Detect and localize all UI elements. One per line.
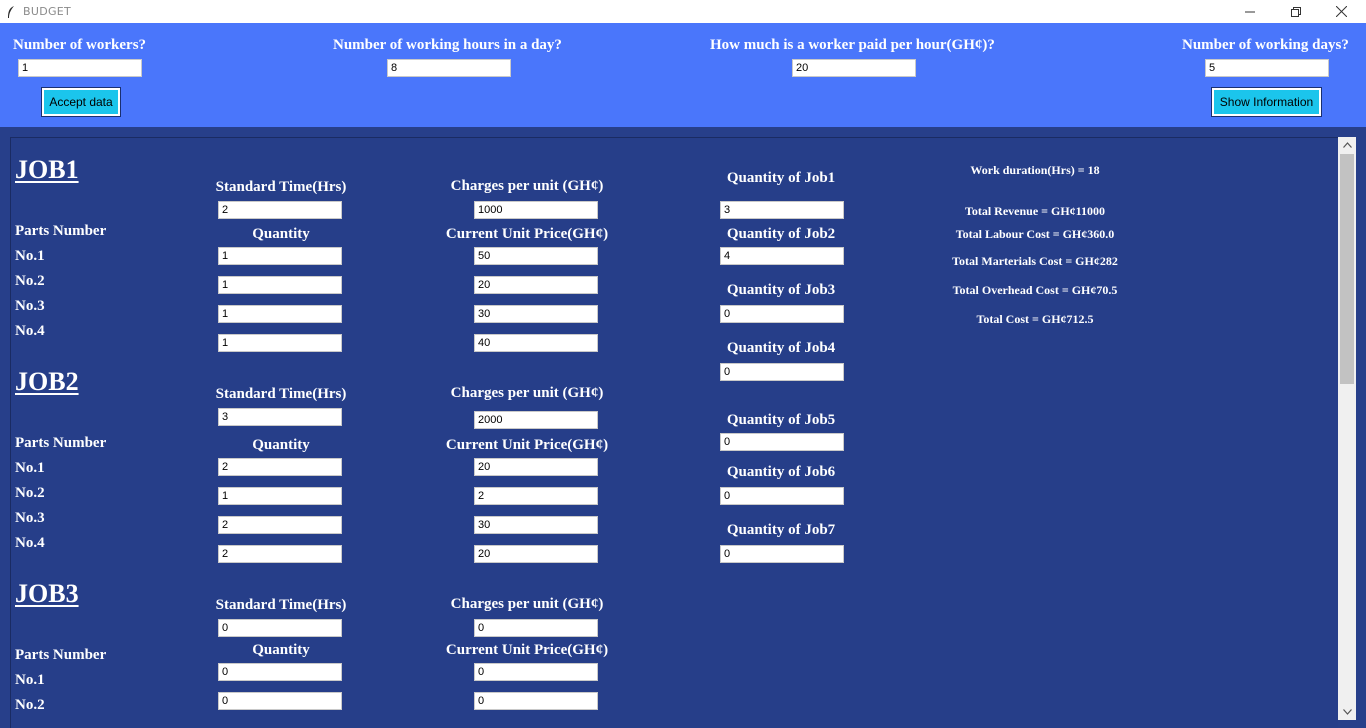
job1-quantity-1[interactable]: 1 — [218, 247, 342, 265]
scroll-thumb[interactable] — [1340, 154, 1354, 384]
job3-quantity-total-label: Quantity of Job3 — [726, 282, 836, 298]
job2-quantity-4[interactable]: 2 — [218, 545, 342, 563]
job3-part-no2: No.2 — [15, 697, 45, 713]
job3-unit-price-label: Current Unit Price(GH¢) — [445, 642, 609, 658]
job6-quantity-total-label: Quantity of Job6 — [726, 464, 836, 480]
days-label: Number of working days? — [1182, 37, 1349, 53]
job3-quantity-1[interactable]: 0 — [218, 663, 342, 681]
job3-quantity-label: Quantity — [252, 642, 310, 658]
job1-title: JOB1 — [15, 155, 79, 184]
job3-standard-time-input[interactable]: 0 — [218, 619, 342, 637]
job2-quantity-2[interactable]: 1 — [218, 487, 342, 505]
show-information-button[interactable]: Show Information — [1211, 87, 1322, 117]
job3-parts-number-label: Parts Number — [15, 647, 107, 663]
title-bar: BUDGET — [0, 0, 1366, 23]
job2-quantity-total-input[interactable]: 4 — [720, 247, 844, 265]
job2-price-2[interactable]: 2 — [474, 487, 598, 505]
job1-unit-price-label: Current Unit Price(GH¢) — [445, 226, 609, 242]
job1-quantity-3[interactable]: 1 — [218, 305, 342, 323]
job1-quantity-4[interactable]: 1 — [218, 334, 342, 352]
minimize-icon — [1245, 11, 1255, 12]
job2-standard-time-label: Standard Time(Hrs) — [215, 386, 347, 402]
job2-unit-price-label: Current Unit Price(GH¢) — [445, 437, 609, 453]
job1-standard-time-input[interactable]: 2 — [218, 201, 342, 219]
window-title: BUDGET — [23, 5, 72, 18]
total-labour-cost-text: Total Labour Cost = GH¢360.0 — [955, 227, 1115, 241]
job2-charges-input[interactable]: 2000 — [474, 411, 598, 429]
job3-charges-label: Charges per unit (GH¢) — [450, 596, 604, 612]
job3-quantity-2[interactable]: 0 — [218, 692, 342, 710]
job2-quantity-total-label: Quantity of Job2 — [726, 226, 836, 242]
close-icon — [1335, 6, 1347, 17]
workers-label: Number of workers? — [13, 37, 147, 53]
pay-input[interactable]: 20 — [792, 59, 916, 77]
hours-input[interactable]: 8 — [387, 59, 511, 77]
job2-standard-time-input[interactable]: 3 — [218, 408, 342, 426]
job2-part-no1: No.1 — [15, 460, 45, 476]
job3-price-2[interactable]: 0 — [474, 692, 598, 710]
job1-charges-label: Charges per unit (GH¢) — [450, 178, 604, 194]
minimize-button[interactable] — [1227, 0, 1273, 23]
job3-price-1[interactable]: 0 — [474, 663, 598, 681]
job7-quantity-total-input[interactable]: 0 — [720, 545, 844, 563]
job2-title: JOB2 — [15, 367, 79, 396]
job1-price-4[interactable]: 40 — [474, 334, 598, 352]
job2-quantity-label: Quantity — [252, 437, 310, 453]
job1-quantity-total-input[interactable]: 3 — [720, 201, 844, 219]
total-materials-cost-text: Total Marterials Cost = GH¢282 — [952, 254, 1118, 268]
job1-part-no1: No.1 — [15, 248, 45, 264]
job2-charges-label: Charges per unit (GH¢) — [450, 385, 604, 401]
total-overhead-cost-text: Total Overhead Cost = GH¢70.5 — [952, 283, 1118, 297]
job1-parts-number-label: Parts Number — [15, 223, 107, 239]
job2-price-3[interactable]: 30 — [474, 516, 598, 534]
work-duration-text: Work duration(Hrs) = 18 — [970, 163, 1100, 177]
job3-standard-time-label: Standard Time(Hrs) — [215, 597, 347, 613]
job4-quantity-total-input[interactable]: 0 — [720, 363, 844, 381]
pay-label: How much is a worker paid per hour(GH¢)? — [710, 37, 995, 53]
job1-quantity-2[interactable]: 1 — [218, 276, 342, 294]
workers-input[interactable]: 1 — [18, 59, 142, 77]
job1-quantity-label: Quantity — [252, 226, 310, 242]
job5-quantity-total-label: Quantity of Job5 — [726, 412, 836, 428]
job1-price-2[interactable]: 20 — [474, 276, 598, 294]
job3-quantity-total-input[interactable]: 0 — [720, 305, 844, 323]
jobs-canvas: JOB1 Standard Time(Hrs) 2 Charges per un… — [10, 137, 1338, 728]
input-panel: Number of workers? 1 Number of working h… — [0, 23, 1366, 127]
job1-part-no2: No.2 — [15, 273, 45, 289]
job6-quantity-total-input[interactable]: 0 — [720, 487, 844, 505]
job1-part-no4: No.4 — [15, 323, 45, 339]
job1-part-no3: No.3 — [15, 298, 45, 314]
job2-part-no2: No.2 — [15, 485, 45, 501]
restore-icon — [1291, 6, 1301, 17]
job3-charges-input[interactable]: 0 — [474, 619, 598, 637]
job2-parts-number-label: Parts Number — [15, 435, 107, 451]
job2-price-4[interactable]: 20 — [474, 545, 598, 563]
job2-quantity-1[interactable]: 2 — [218, 458, 342, 476]
job2-part-no3: No.3 — [15, 510, 45, 526]
job5-quantity-total-input[interactable]: 0 — [720, 433, 844, 451]
days-input[interactable]: 5 — [1205, 59, 1329, 77]
scroll-down-arrow-icon[interactable] — [1338, 704, 1356, 720]
job3-title: JOB3 — [15, 579, 79, 608]
job4-quantity-total-label: Quantity of Job4 — [726, 340, 836, 356]
total-cost-text: Total Cost = GH¢712.5 — [976, 312, 1094, 326]
accept-data-button[interactable]: Accept data — [41, 87, 121, 117]
total-revenue-text: Total Revenue = GH¢11000 — [964, 204, 1106, 218]
scroll-up-arrow-icon[interactable] — [1338, 137, 1356, 153]
close-button[interactable] — [1318, 0, 1364, 23]
restore-button[interactable] — [1273, 0, 1319, 23]
job2-price-1[interactable]: 20 — [474, 458, 598, 476]
job1-quantity-total-label: Quantity of Job1 — [726, 170, 836, 186]
hours-label: Number of working hours in a day? — [333, 37, 562, 53]
job1-standard-time-label: Standard Time(Hrs) — [215, 179, 347, 195]
job1-price-1[interactable]: 50 — [474, 247, 598, 265]
feather-icon — [6, 4, 16, 18]
job3-part-no1: No.1 — [15, 672, 45, 688]
job7-quantity-total-label: Quantity of Job7 — [726, 522, 836, 538]
job2-part-no4: No.4 — [15, 535, 45, 551]
job2-quantity-3[interactable]: 2 — [218, 516, 342, 534]
job1-charges-input[interactable]: 1000 — [474, 201, 598, 219]
job1-price-3[interactable]: 30 — [474, 305, 598, 323]
vertical-scrollbar[interactable] — [1338, 137, 1356, 720]
